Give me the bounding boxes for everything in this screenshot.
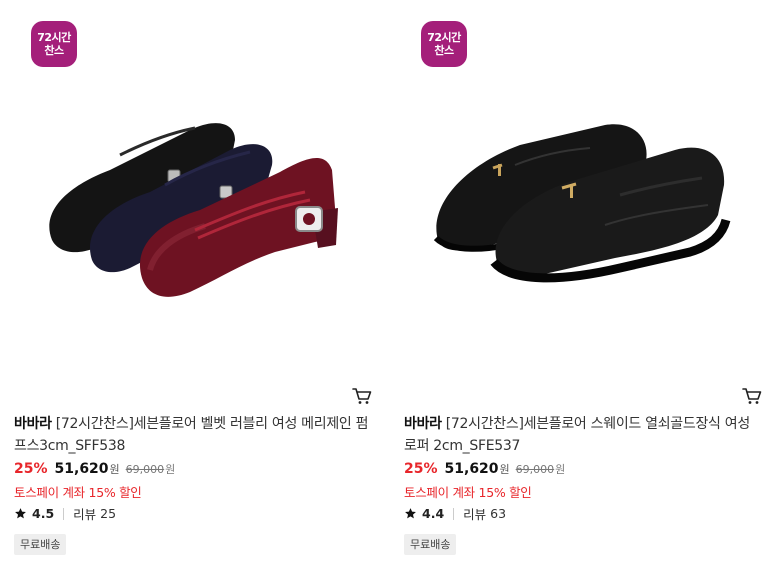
rating-row: 4.4 리뷰 63: [404, 504, 506, 523]
payment-promo: 토스페이 계좌 15% 할인: [404, 485, 532, 500]
review-count: 25: [100, 506, 117, 521]
product-image[interactable]: 72시간 찬스: [0, 0, 375, 375]
add-to-cart-button[interactable]: [741, 386, 763, 406]
product-image[interactable]: 72시간 찬스: [390, 0, 765, 375]
product-title[interactable]: 바바라 [72시간찬스]세븐플로어 스웨이드 열쇠골드장식 여성로퍼 2cm_SF…: [404, 413, 760, 457]
original-price: 69,000: [125, 463, 165, 476]
price-row: 25% 51,620 원 69,000 원: [404, 461, 565, 477]
rating-value: 4.5: [32, 506, 55, 521]
star-icon: [15, 508, 26, 519]
badge-line2: 찬스: [434, 44, 454, 57]
72hour-chance-badge: 72시간 찬스: [421, 21, 467, 67]
original-price-unit: 원: [555, 463, 566, 476]
brand-name: 바바라: [404, 416, 442, 432]
sale-price: 51,620: [54, 461, 109, 477]
rating-value: 4.4: [422, 506, 445, 521]
cart-icon: [742, 388, 762, 404]
badge-line1: 72시간: [37, 31, 71, 44]
price-unit: 원: [109, 463, 120, 476]
rating-row: 4.5 리뷰 25: [14, 504, 116, 523]
72hour-chance-badge: 72시간 찬스: [31, 21, 77, 67]
badge-line2: 찬스: [44, 44, 64, 57]
review-label: 리뷰: [73, 507, 97, 522]
payment-promo: 토스페이 계좌 15% 할인: [14, 485, 142, 500]
free-shipping-tag: 무료배송: [14, 534, 67, 555]
product-name: [72시간찬스]세븐플로어 벨벳 러블리 여성 메리제인 펌프스3cm_SFF5…: [14, 416, 369, 454]
original-price: 69,000: [515, 463, 555, 476]
product-title[interactable]: 바바라 [72시간찬스]세븐플로어 벨벳 러블리 여성 메리제인 펌프스3cm_S…: [14, 413, 370, 457]
add-to-cart-button[interactable]: [351, 386, 373, 406]
product-card[interactable]: 72시간 찬스 바바라 [72시간찬스]세븐플로어 벨벳 러블리 여성 메리제인 …: [0, 0, 375, 563]
divider: [453, 507, 455, 520]
product-card[interactable]: 72시간 찬스 바바라 [72시간찬스]세븐플로어 스웨이드 열쇠골드장식 여성로…: [390, 0, 765, 563]
free-shipping-tag: 무료배송: [404, 534, 457, 555]
sale-price: 51,620: [444, 461, 499, 477]
original-price-unit: 원: [165, 463, 176, 476]
badge-line1: 72시간: [427, 31, 461, 44]
review-count: 63: [490, 506, 507, 521]
price-unit: 원: [499, 463, 510, 476]
discount-rate: 25%: [404, 461, 438, 477]
price-row: 25% 51,620 원 69,000 원: [14, 461, 175, 477]
divider: [63, 507, 65, 520]
review-label: 리뷰: [463, 507, 487, 522]
product-name: [72시간찬스]세븐플로어 스웨이드 열쇠골드장식 여성로퍼 2cm_SFE53…: [404, 416, 750, 454]
discount-rate: 25%: [14, 461, 48, 477]
cart-icon: [352, 388, 372, 404]
brand-name: 바바라: [14, 416, 52, 432]
star-icon: [405, 508, 416, 519]
